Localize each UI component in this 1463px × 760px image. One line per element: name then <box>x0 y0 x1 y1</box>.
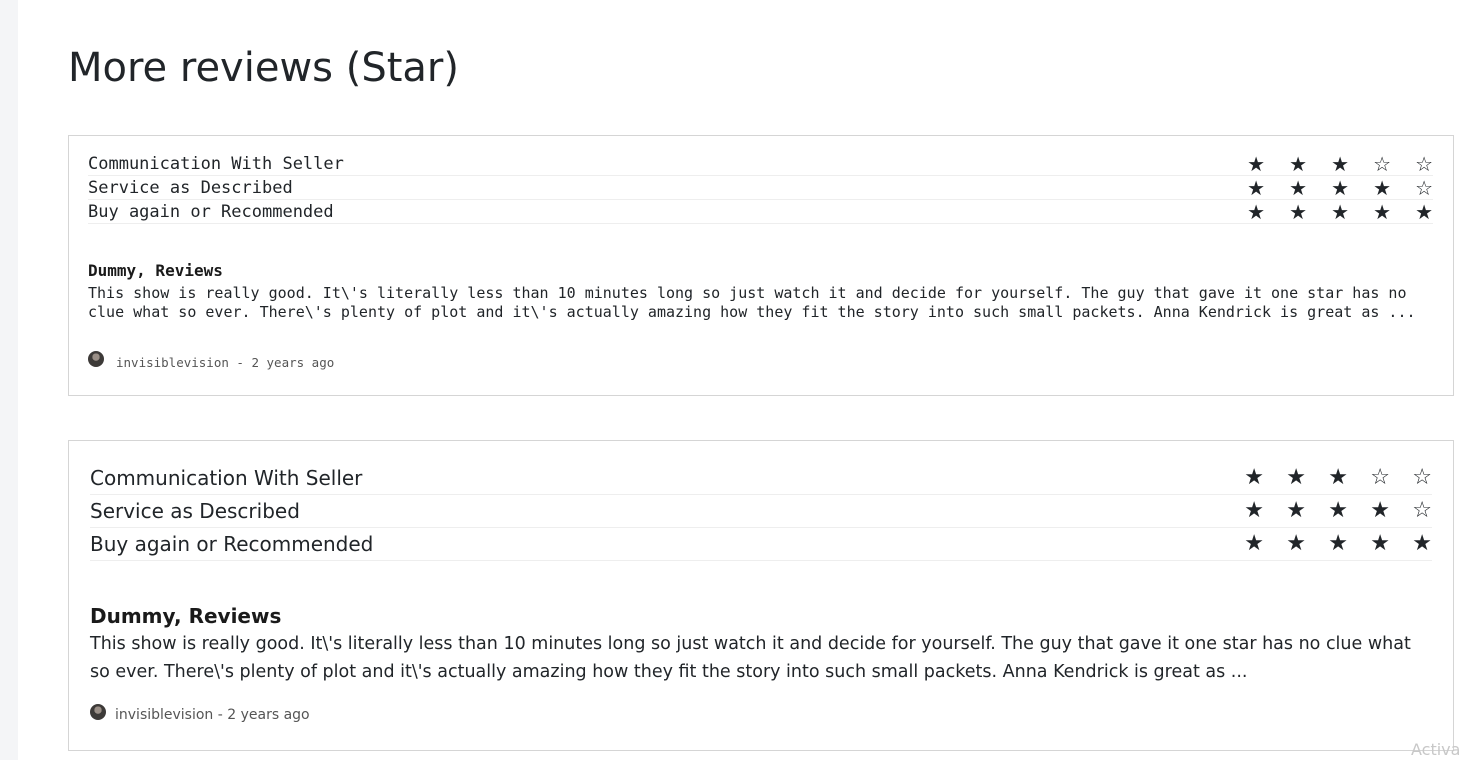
star-filled-icon: ★ <box>1331 151 1349 176</box>
star-filled-icon: ★ <box>1370 531 1390 556</box>
rating-label: Buy again or Recommended <box>88 201 334 222</box>
rating-label: Service as Described <box>90 499 300 523</box>
star-filled-icon: ★ <box>1328 465 1348 490</box>
star-filled-icon: ★ <box>1370 498 1390 523</box>
review-title: Dummy, Reviews <box>88 261 223 280</box>
review-author-time: invisiblevision - 2 years ago <box>116 354 335 370</box>
rating-label: Communication With Seller <box>88 153 344 174</box>
review-card: Communication With Seller ★ ★ ★ ☆ ☆ Service … <box>68 440 1454 751</box>
rating-row-service: Service as Described ★ ★ ★ ★ ☆ <box>90 495 1432 528</box>
review-body: This show is really good. It\'s literall… <box>90 634 1411 682</box>
star-empty-icon: ☆ <box>1412 465 1432 490</box>
star-filled-icon: ★ <box>1415 199 1433 224</box>
star-filled-icon: ★ <box>1331 175 1349 200</box>
star-empty-icon: ☆ <box>1415 151 1433 176</box>
review-card: Communication With Seller ★ ★ ★ ☆ ☆ Service … <box>68 135 1454 396</box>
star-filled-icon: ★ <box>1247 199 1265 224</box>
rating-row-communication: Communication With Seller ★ ★ ★ ☆ ☆ <box>88 152 1433 176</box>
star-filled-icon: ★ <box>1289 175 1307 200</box>
star-filled-icon: ★ <box>1247 175 1265 200</box>
rating-label: Buy again or Recommended <box>90 532 374 556</box>
star-filled-icon: ★ <box>1244 465 1264 490</box>
star-filled-icon: ★ <box>1373 199 1391 224</box>
star-filled-icon: ★ <box>1286 465 1306 490</box>
review-meta: invisiblevision - 2 years ago <box>88 351 335 370</box>
left-sidebar-strip <box>0 0 18 760</box>
star-filled-icon: ★ <box>1244 531 1264 556</box>
rating-list: Communication With Seller ★ ★ ★ ☆ ☆ Service … <box>90 462 1432 561</box>
star-rating: ★ ★ ★ ★ ★ <box>1223 202 1433 222</box>
review-body: This show is really good. It\'s literall… <box>88 284 1416 321</box>
star-filled-icon: ★ <box>1289 199 1307 224</box>
rating-row-service: Service as Described ★ ★ ★ ★ ☆ <box>88 176 1433 200</box>
rating-row-communication: Communication With Seller ★ ★ ★ ☆ ☆ <box>90 462 1432 495</box>
star-empty-icon: ☆ <box>1370 465 1390 490</box>
star-filled-icon: ★ <box>1286 498 1306 523</box>
star-filled-icon: ★ <box>1244 498 1264 523</box>
star-rating: ★ ★ ★ ★ ☆ <box>1222 500 1432 522</box>
star-empty-icon: ☆ <box>1373 151 1391 176</box>
star-filled-icon: ★ <box>1289 151 1307 176</box>
star-filled-icon: ★ <box>1328 531 1348 556</box>
star-filled-icon: ★ <box>1331 199 1349 224</box>
star-filled-icon: ★ <box>1328 498 1348 523</box>
star-empty-icon: ☆ <box>1415 175 1433 200</box>
star-filled-icon: ★ <box>1286 531 1306 556</box>
avatar <box>90 704 106 720</box>
review-title: Dummy, Reviews <box>90 604 282 628</box>
review-author-time: invisiblevision - 2 years ago <box>115 707 310 723</box>
star-rating: ★ ★ ★ ☆ ☆ <box>1222 467 1432 489</box>
review-meta: invisiblevision - 2 years ago <box>90 704 310 723</box>
rating-list: Communication With Seller ★ ★ ★ ☆ ☆ Service … <box>88 152 1433 224</box>
star-filled-icon: ★ <box>1373 175 1391 200</box>
star-rating: ★ ★ ★ ☆ ☆ <box>1223 154 1433 174</box>
activation-watermark: Activa <box>1411 740 1461 759</box>
star-rating: ★ ★ ★ ★ ★ <box>1222 533 1432 555</box>
star-empty-icon: ☆ <box>1412 498 1432 523</box>
rating-label: Communication With Seller <box>90 466 363 490</box>
rating-row-recommend: Buy again or Recommended ★ ★ ★ ★ ★ <box>88 200 1433 224</box>
avatar <box>88 351 104 367</box>
star-filled-icon: ★ <box>1247 151 1265 176</box>
star-rating: ★ ★ ★ ★ ☆ <box>1223 178 1433 198</box>
rating-label: Service as Described <box>88 177 293 198</box>
star-filled-icon: ★ <box>1412 531 1432 556</box>
page-title: More reviews (Star) <box>68 45 459 91</box>
rating-row-recommend: Buy again or Recommended ★ ★ ★ ★ ★ <box>90 528 1432 561</box>
